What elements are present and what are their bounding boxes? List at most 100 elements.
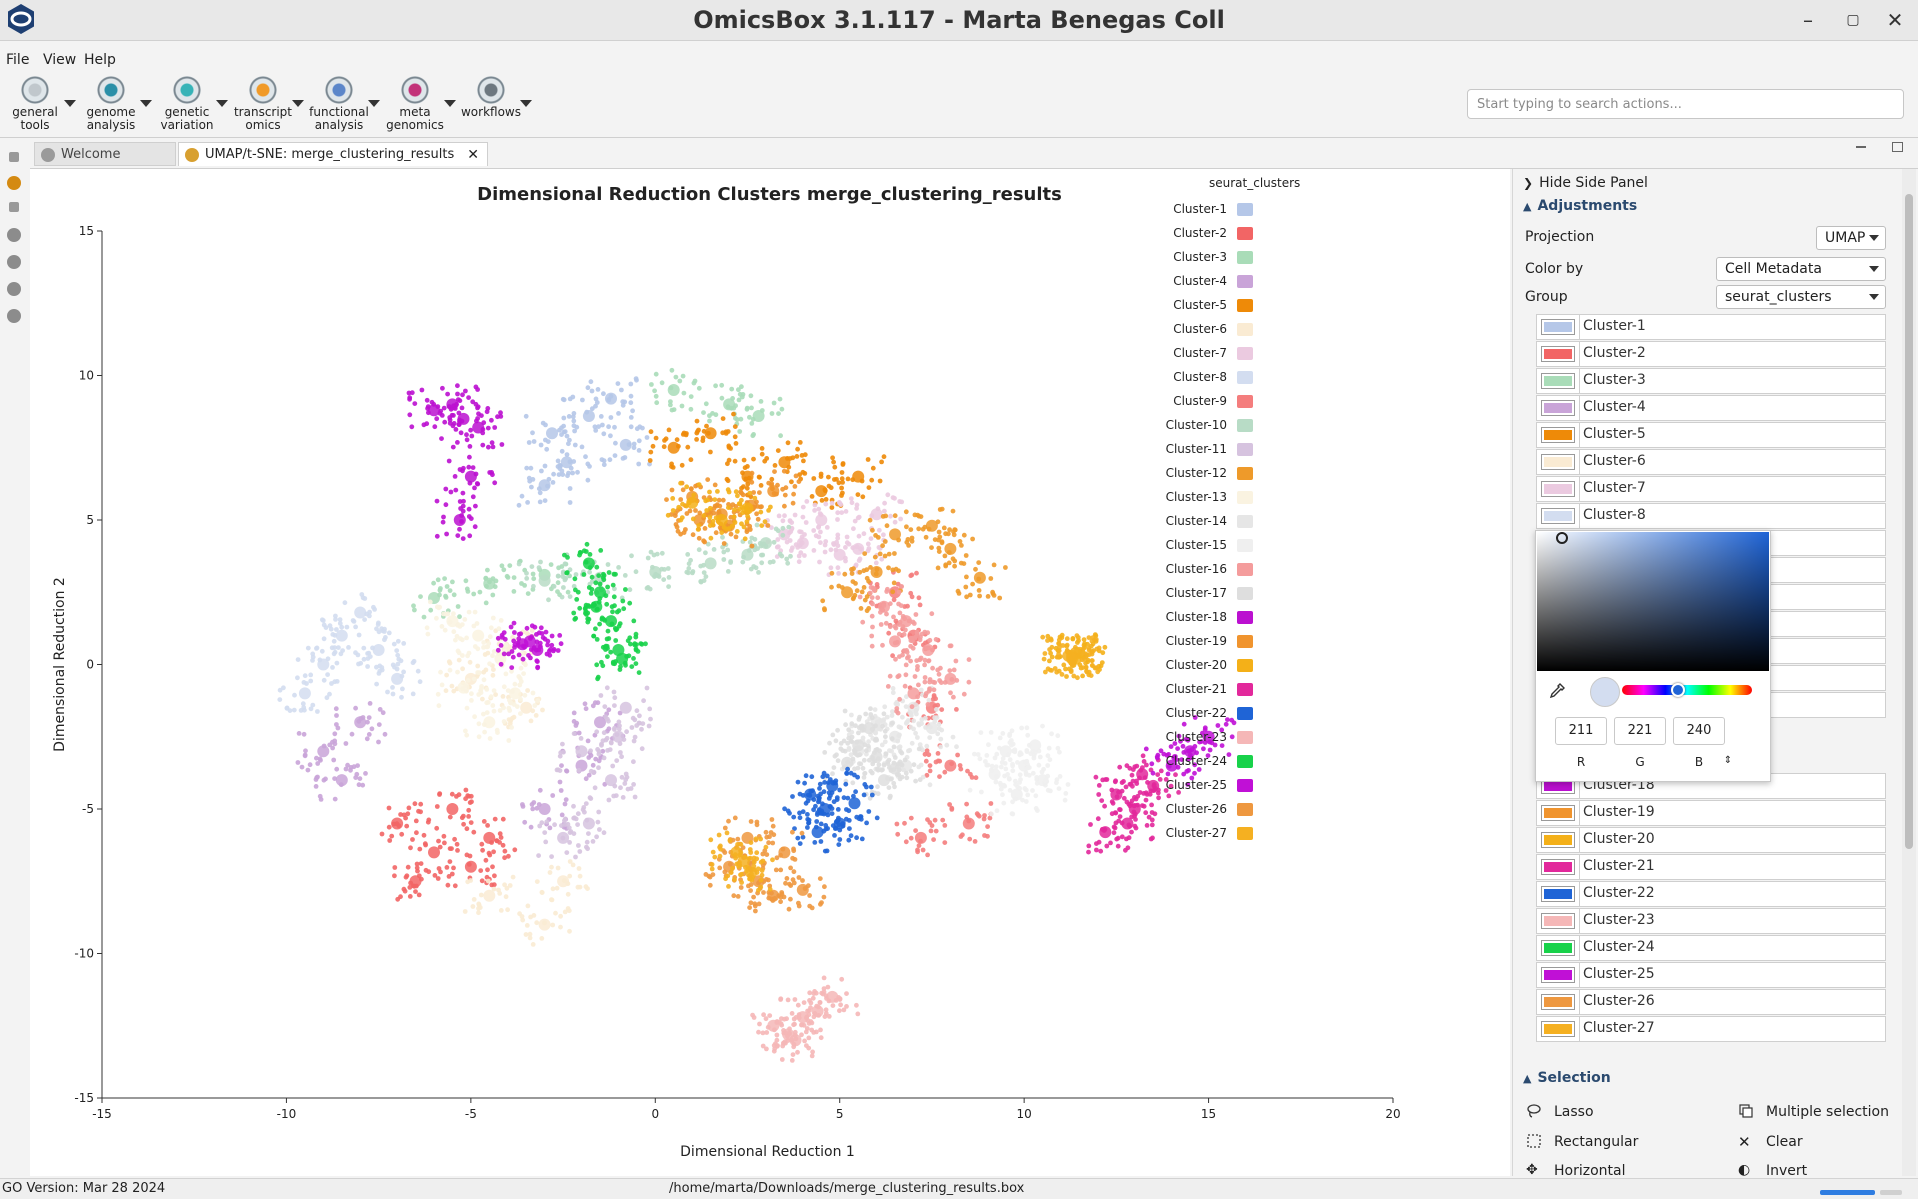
cluster-row[interactable]: Cluster-6 [1536,449,1886,475]
cluster-row[interactable]: Cluster-21 [1536,854,1886,880]
cluster-color-swatch[interactable] [1541,832,1575,848]
horizontal-button[interactable]: ✥ Horizontal [1526,1162,1625,1176]
tab-welcome-message[interactable]: Welcome Message [34,142,176,186]
cluster-color-swatch[interactable] [1541,913,1575,929]
menu-file[interactable]: File [6,52,29,68]
cluster-color-swatch[interactable] [1541,481,1575,497]
cluster-row[interactable]: Cluster-2 [1536,341,1886,367]
chevron-down-icon[interactable] [520,100,532,107]
cluster-color-swatch[interactable] [1541,400,1575,416]
chevron-down-icon[interactable] [140,100,152,107]
cluster-color-swatch[interactable] [1541,454,1575,470]
cluster-row[interactable]: Cluster-23 [1536,908,1886,934]
saturation-value-area[interactable] [1537,532,1769,671]
cluster-row[interactable]: Cluster-8 [1536,503,1886,529]
side-panel-scrollbar[interactable] [1902,169,1916,1176]
restore-icon[interactable] [9,202,19,212]
cluster-color-swatch[interactable] [1541,427,1575,443]
colorby-select[interactable]: Cell Metadata [1716,257,1886,281]
cluster-color-swatch[interactable] [1541,346,1575,362]
red-input[interactable]: 211 [1555,717,1607,745]
toolbar-button-genome-analysis[interactable]: genome analysis [76,76,152,132]
selection-header[interactable]: ▲ Selection [1523,1070,1611,1086]
cluster-row[interactable]: Cluster-20 [1536,827,1886,853]
color-picker-handle[interactable] [1556,532,1568,544]
cluster-color-swatch[interactable] [1541,319,1575,335]
data-point [350,618,356,623]
group-select[interactable]: seurat_clusters [1716,285,1886,309]
cluster-row[interactable]: Cluster-3 [1536,368,1886,394]
chevron-down-icon[interactable] [64,100,76,107]
hue-slider-knob[interactable] [1671,683,1685,697]
cluster-row[interactable]: Cluster-22 [1536,881,1886,907]
cluster-row[interactable]: Cluster-25 [1536,962,1886,988]
up-down-arrows-icon[interactable]: ⇕ [1721,755,1735,766]
cluster-color-swatch[interactable] [1541,994,1575,1010]
cluster-row[interactable]: Cluster-1 [1536,314,1886,340]
restore-icon[interactable] [9,152,19,162]
umap-tab-icon[interactable] [7,176,21,190]
umap-scatter-plot[interactable]: -15-10-5051015-15 -10 -5 0 5 10 15 20Dimensiona… [30,169,1510,1176]
chevron-down-icon[interactable] [444,100,456,107]
rectangular-button[interactable]: Rectangular [1527,1134,1638,1150]
cluster-row[interactable]: Cluster-5 [1536,422,1886,448]
toolbar-button-general-tools[interactable]: general tools [0,76,76,132]
close-icon[interactable]: ✕ [1880,8,1910,32]
maximize-view-icon[interactable] [1892,142,1903,152]
cluster-color-swatch[interactable] [1541,373,1575,389]
projection-select[interactable]: UMAP [1816,226,1886,250]
hue-slider[interactable] [1622,685,1752,695]
green-input[interactable]: 221 [1614,717,1666,745]
menu-help[interactable]: Help [84,52,116,68]
cluster-row[interactable]: Cluster-7 [1536,476,1886,502]
cluster-color-swatch[interactable] [1541,1021,1575,1037]
close-tab-icon[interactable]: ✕ [467,143,479,167]
eyedropper-icon[interactable] [1549,683,1565,699]
toolbar-button-functional-analysis[interactable]: functional analysis [304,76,380,132]
data-point [323,776,328,782]
data-point [1024,758,1030,764]
lasso-button[interactable]: Lasso [1527,1104,1594,1120]
cluster-row[interactable]: Cluster-27 [1536,1016,1886,1042]
adjustments-header[interactable]: ▲ Adjustments [1523,198,1637,214]
file-icon[interactable] [7,282,21,296]
chevron-down-icon[interactable] [216,100,228,107]
toolbar-button-genetic-variation[interactable]: genetic variation [152,76,228,132]
app-icon[interactable] [7,309,21,323]
data-point [935,565,941,571]
maximize-icon[interactable]: ▢ [1838,12,1868,28]
clear-button[interactable]: ✕ Clear [1738,1133,1803,1151]
data-point [935,667,941,673]
minimize-view-icon[interactable] [1856,146,1866,148]
chevron-down-icon[interactable] [368,100,380,107]
color-picker-popup[interactable]: 211 221 240 R G B ⇕ [1535,530,1771,782]
data-point [869,613,875,619]
project-icon[interactable] [7,228,21,242]
toolbar-button-meta-genomics[interactable]: meta genomics [380,76,456,132]
cluster-color-swatch[interactable] [1541,940,1575,956]
search-actions-input[interactable] [1467,89,1904,119]
cluster-row[interactable]: Cluster-26 [1536,989,1886,1015]
invert-button[interactable]: ◐ Invert [1738,1162,1807,1176]
cluster-row[interactable]: Cluster-4 [1536,395,1886,421]
minimize-icon[interactable]: – [1793,8,1823,32]
scrollbar-thumb[interactable] [1905,194,1913,849]
chevron-down-icon[interactable] [292,100,304,107]
cluster-color-swatch[interactable] [1541,508,1575,524]
blue-input[interactable]: 240 [1673,717,1725,745]
menu-view[interactable]: View [43,52,76,68]
cluster-color-swatch[interactable] [1541,886,1575,902]
cluster-row[interactable]: Cluster-19 [1536,800,1886,826]
toolbar-button-transcript-omics[interactable]: transcript omics [228,76,304,132]
cluster-color-swatch[interactable] [1541,967,1575,983]
cluster-color-swatch[interactable] [1541,859,1575,875]
multiple-selection-button[interactable]: Multiple selection [1739,1104,1889,1120]
tab-umap-tsne[interactable]: UMAP/t-SNE: merge_clustering_results ✕ [178,142,488,166]
x-tick-label: 0 [651,1107,659,1121]
toolbar-icon [325,76,353,104]
cluster-row[interactable]: Cluster-24 [1536,935,1886,961]
cluster-color-swatch[interactable] [1541,805,1575,821]
hide-side-panel-button[interactable]: ❯ Hide Side Panel [1523,175,1648,191]
file-icon[interactable] [7,255,21,269]
toolbar-button-workflows[interactable]: workflows [456,76,532,119]
